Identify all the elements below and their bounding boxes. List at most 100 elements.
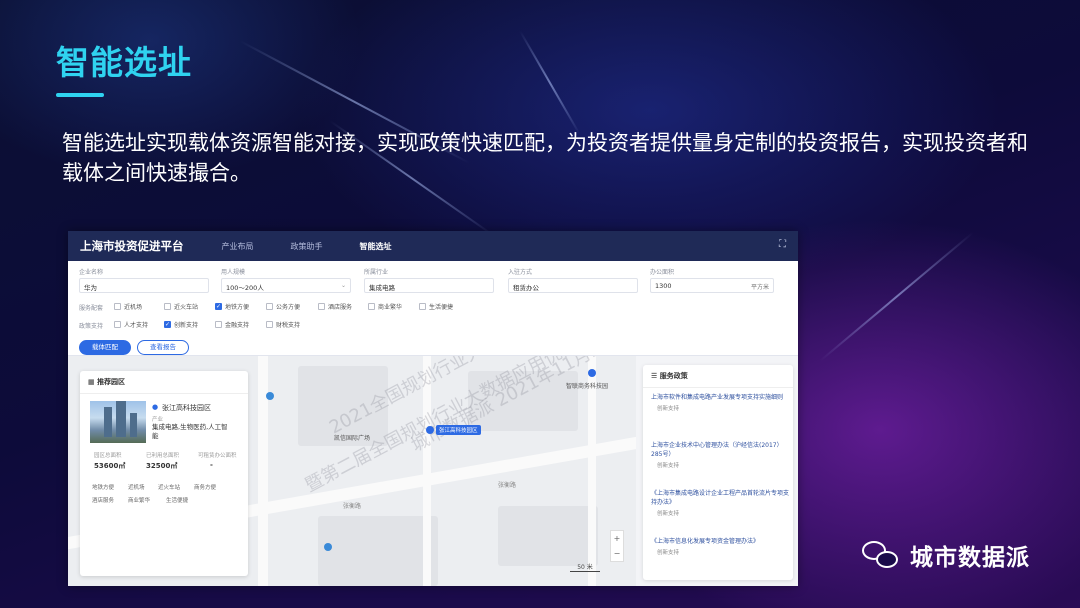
check-icon: ✓ bbox=[215, 303, 222, 310]
policy-item[interactable]: 上海市企业技术中心管理办法（沪经信法(2017）285号） 创新支持 bbox=[651, 441, 791, 469]
policy-item[interactable]: 《上海市集成电路设计企业工程产品首轮流片专项支持办法》 创新支持 bbox=[651, 489, 791, 517]
policy-title: 上海市软件和集成电路产业发展专项支持实施细则 bbox=[651, 394, 784, 401]
industry-value: 集成电路,生物医药,人工智能 bbox=[152, 423, 228, 440]
recommended-park-card[interactable]: ▦ 推荐园区 ● 张江高科技园区 产业 集成电路,生物医药,人工智能 园区总面积… bbox=[80, 371, 248, 576]
stat-label: 园区总面积 bbox=[94, 453, 122, 459]
map-road bbox=[258, 356, 268, 586]
policy-item-label: 金融支持 bbox=[225, 322, 250, 329]
brand-logo: 城市数据派 bbox=[862, 538, 1030, 572]
policy-item-label: 创新支持 bbox=[174, 322, 199, 329]
policy-item-label: 人才支持 bbox=[124, 322, 149, 329]
stat-value: 53600㎡ bbox=[94, 462, 126, 470]
service-item-label: 商业繁华 bbox=[378, 304, 403, 311]
area-unit: 平方米 bbox=[750, 284, 769, 291]
subway-icon bbox=[266, 392, 274, 400]
title-underline bbox=[56, 93, 104, 97]
service-item-label: 近机场 bbox=[124, 304, 143, 311]
checkbox-box bbox=[114, 321, 121, 328]
map-road bbox=[588, 356, 596, 586]
app-screenshot: 上海市投资促进平台 产业布局 政策助手 智能选址 ⛶ 企业名称 华为 用人规模 … bbox=[68, 231, 798, 586]
location-pin-icon: ● bbox=[152, 403, 159, 411]
checkbox-box bbox=[266, 303, 273, 310]
industry-label: 产业 bbox=[152, 417, 164, 423]
feature-tag: 地铁方便 bbox=[92, 485, 115, 491]
checkbox-box bbox=[318, 303, 325, 310]
policy-checkbox[interactable]: 财税支持 bbox=[266, 320, 300, 329]
tower-shape bbox=[116, 401, 126, 437]
wechat-bubble bbox=[876, 551, 898, 568]
policy-item-label: 财税支持 bbox=[276, 322, 301, 329]
service-checkbox[interactable]: 公务方便 bbox=[266, 302, 300, 311]
policy-item[interactable]: 《上海市信息化发展专项资金管理办法》 创新支持 bbox=[651, 537, 791, 556]
location-pin-icon[interactable] bbox=[588, 369, 596, 377]
policy-title: 《上海市信息化发展专项资金管理办法》 bbox=[651, 538, 760, 545]
policy-tag: 创新支持 bbox=[657, 463, 680, 469]
location-pin-icon[interactable] bbox=[426, 426, 434, 434]
policy-title: 上海市企业技术中心管理办法（沪经信法(2017）285号） bbox=[651, 442, 783, 458]
zoom-control[interactable]: + − bbox=[610, 530, 624, 562]
service-checkbox[interactable]: 酒店服务 bbox=[318, 302, 352, 311]
industry-select[interactable]: 集成电路 bbox=[364, 278, 494, 293]
policy-panel: ☰ 服务政策 上海市软件和集成电路产业发展专项支持实施细则 创新支持 上海市企业技… bbox=[643, 365, 793, 580]
tab-industry-layout[interactable]: 产业布局 bbox=[222, 241, 254, 252]
feature-tag: 酒店服务 bbox=[92, 498, 115, 504]
feature-tag: 近火车站 bbox=[158, 485, 181, 491]
road-name: 张衡路 bbox=[343, 503, 362, 510]
service-item-label: 酒店服务 bbox=[328, 304, 353, 311]
people-label: 用人规模 bbox=[221, 269, 246, 276]
slide-description: 智能选址实现载体资源智能对接，实现政策快速匹配，为投资者提供量身定制的投资报告，… bbox=[62, 131, 1028, 185]
policy-checkbox[interactable]: 金融支持 bbox=[215, 320, 249, 329]
map-block bbox=[498, 506, 598, 566]
inbound-value: 租赁办公 bbox=[513, 284, 539, 292]
tower-shape bbox=[130, 413, 137, 437]
people-value: 100～200人 bbox=[226, 284, 264, 292]
policy-item[interactable]: 上海市软件和集成电路产业发展专项支持实施细则 创新支持 bbox=[651, 393, 791, 412]
match-button[interactable]: 载体匹配 bbox=[79, 340, 131, 355]
tab-smart-site[interactable]: 智能选址 bbox=[360, 241, 392, 252]
service-item-label: 近火车站 bbox=[174, 304, 199, 311]
feature-tag: 商业繁华 bbox=[128, 498, 151, 504]
checkbox-box bbox=[419, 303, 426, 310]
zoom-in-icon[interactable]: + bbox=[611, 531, 623, 546]
checkbox-box bbox=[368, 303, 375, 310]
poi-label: 智联商务科技园 bbox=[566, 383, 609, 390]
service-checkbox[interactable]: 商业繁华 bbox=[368, 302, 402, 311]
service-item-label: 地铁方便 bbox=[225, 304, 250, 311]
stat-label: 已利用总面积 bbox=[146, 453, 180, 459]
service-checkbox[interactable]: 近火车站 bbox=[164, 302, 198, 311]
checkbox-box bbox=[114, 303, 121, 310]
zoom-out-icon[interactable]: − bbox=[611, 546, 623, 561]
stat-label: 可租赁办公面积 bbox=[198, 453, 237, 459]
service-label: 服务配套 bbox=[79, 305, 104, 312]
service-checkbox[interactable]: 近机场 bbox=[114, 302, 142, 311]
service-checkbox[interactable]: ✓ 地铁方便 bbox=[215, 302, 249, 311]
report-button[interactable]: 查看报告 bbox=[137, 340, 189, 355]
policy-checkbox[interactable]: 人才支持 bbox=[114, 320, 148, 329]
feature-tag: 近机场 bbox=[128, 485, 145, 491]
park-image bbox=[90, 401, 146, 443]
people-select[interactable]: 100～200人 ⌄ bbox=[221, 278, 351, 293]
slide-title: 智能选址 bbox=[56, 43, 192, 82]
map-block bbox=[318, 516, 438, 586]
service-checkbox[interactable]: 生活便捷 bbox=[419, 302, 453, 311]
policy-checkbox[interactable]: ✓ 创新支持 bbox=[164, 320, 198, 329]
checkbox-box bbox=[266, 321, 273, 328]
poi-label: 凯信国际广场 bbox=[334, 435, 371, 442]
list-icon: ☰ bbox=[651, 372, 660, 380]
app-header: 上海市投资促进平台 产业布局 政策助手 智能选址 ⛶ bbox=[68, 231, 798, 261]
inbound-select[interactable]: 租赁办公 bbox=[508, 278, 638, 293]
industry-value: 集成电路 bbox=[369, 284, 395, 292]
service-item-label: 生活便捷 bbox=[429, 304, 454, 311]
policy-label: 政策支持 bbox=[79, 323, 104, 330]
policy-title: 《上海市集成电路设计企业工程产品首轮流片专项支持办法》 bbox=[651, 490, 790, 506]
map-pin-label: 张江高科技园区 bbox=[436, 425, 481, 435]
area-value: 1300 bbox=[655, 282, 672, 290]
company-input[interactable]: 华为 bbox=[79, 278, 209, 293]
tab-policy-assistant[interactable]: 政策助手 bbox=[291, 241, 323, 252]
checkbox-box bbox=[215, 321, 222, 328]
company-label: 企业名称 bbox=[79, 269, 104, 276]
fullscreen-icon[interactable]: ⛶ bbox=[779, 239, 786, 250]
filter-panel: 企业名称 华为 用人规模 100～200人 ⌄ 所属行业 集成电路 入驻方式 租赁… bbox=[68, 261, 798, 356]
feature-tag: 商务方便 bbox=[194, 485, 217, 491]
area-input[interactable]: 1300 平方米 bbox=[650, 278, 774, 293]
